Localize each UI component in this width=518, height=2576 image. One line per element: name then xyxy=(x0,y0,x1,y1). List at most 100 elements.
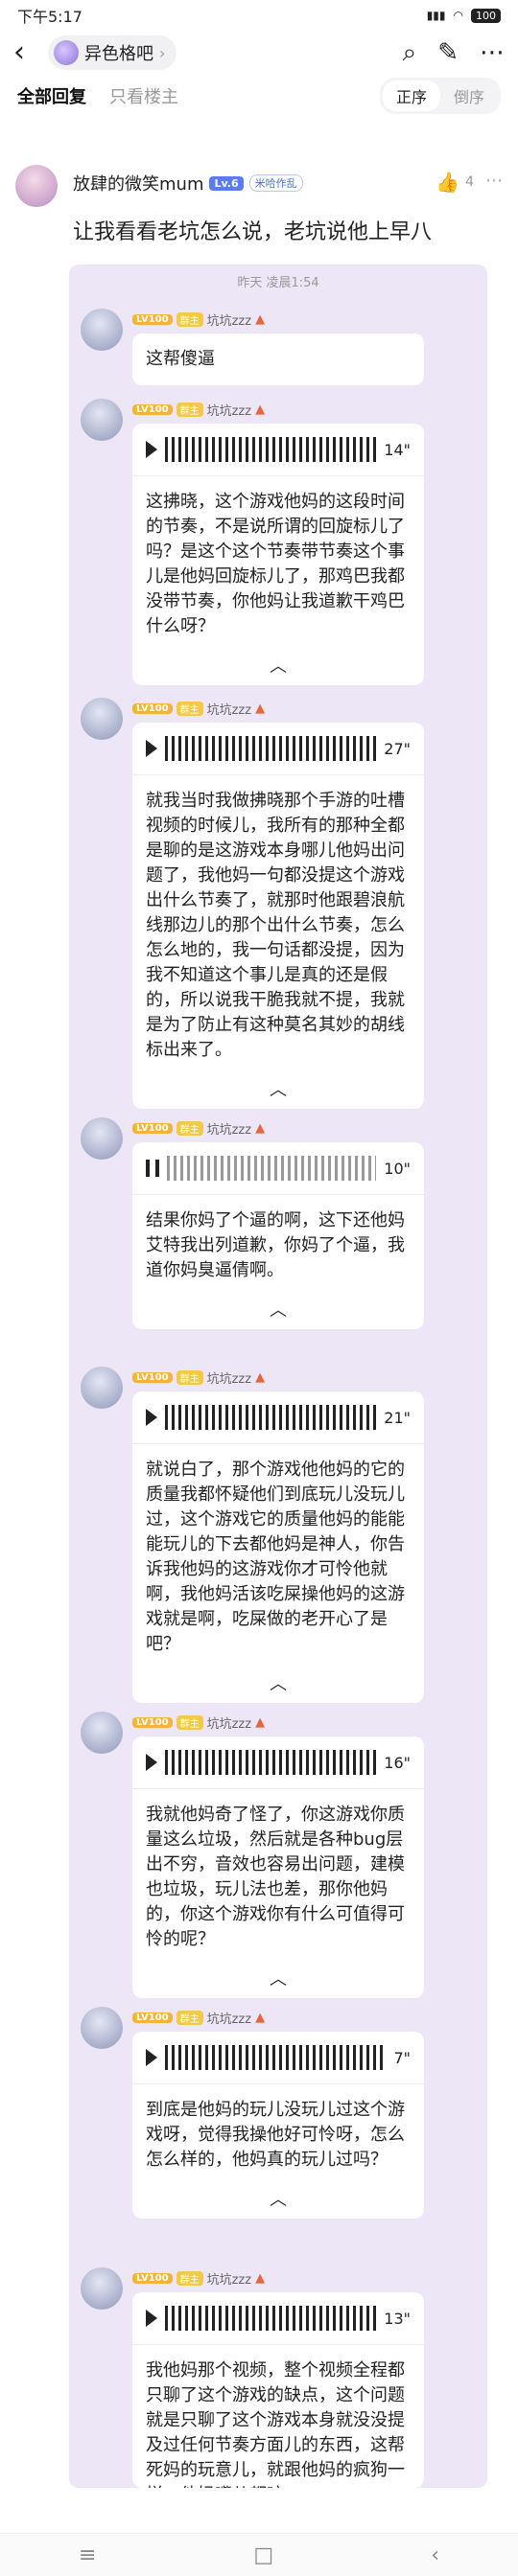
reply-thread: 昨天 凌晨1:54 LV100 群主 坑坑zzz ▲ 这帮傻逼 LV100 群主… xyxy=(69,264,487,2488)
play-icon[interactable] xyxy=(146,1409,157,1426)
reply-avatar[interactable] xyxy=(81,1117,123,1160)
forum-name: 异色格吧 xyxy=(84,44,153,64)
reply-header: LV100 群主 坑坑zzz ▲ xyxy=(132,310,265,329)
status-bar: 下午5:17 ▮▮▮ ◠ 100 xyxy=(0,0,518,31)
level-badge: Lv.6 xyxy=(209,175,244,191)
reply-user[interactable]: 坑坑zzz xyxy=(207,310,251,329)
reply-bubble: 21" 就说白了，那个游戏他他妈的它的质量我都怀疑他们到底玩儿没玩儿过，这个游戏… xyxy=(132,1392,424,1703)
reply-avatar[interactable] xyxy=(81,2007,123,2049)
post-author[interactable]: 放肆的微笑mum xyxy=(73,171,203,196)
fire-icon: ▲ xyxy=(255,402,266,417)
level-badge: LV100 xyxy=(132,2012,173,2023)
user-tag: 米哈作乱 xyxy=(248,174,303,192)
collapse-icon[interactable]: ︿ xyxy=(132,1297,424,1329)
reply-user[interactable]: 坑坑zzz xyxy=(207,1368,251,1387)
owner-badge: 群主 xyxy=(176,2011,203,2025)
reply-avatar[interactable] xyxy=(81,2267,123,2310)
transcript-text: 我他妈那个视频，整个视频全程都只聊了这个游戏的缺点，这个问题就是只聊了这个游戏本… xyxy=(146,2360,405,2488)
play-icon[interactable] xyxy=(146,740,157,757)
collapse-icon[interactable]: ︿ xyxy=(132,1966,424,1998)
more-icon[interactable]: ⋯ xyxy=(480,38,505,67)
voice-message[interactable]: 14" xyxy=(132,424,424,476)
tab-owner-only[interactable]: 只看楼主 xyxy=(109,83,178,108)
reply-header: LV100 群主 坑坑zzz ▲ xyxy=(132,1119,265,1138)
owner-badge: 群主 xyxy=(176,702,203,716)
collapse-icon[interactable]: ︿ xyxy=(132,653,424,685)
reply-header: LV100 群主 坑坑zzz ▲ xyxy=(132,2269,265,2288)
owner-badge: 群主 xyxy=(176,1121,203,1136)
play-icon[interactable] xyxy=(146,2049,157,2066)
collapse-icon[interactable]: ︿ xyxy=(132,1670,424,1703)
level-badge: LV100 xyxy=(132,703,173,714)
voice-message[interactable]: 27" xyxy=(132,723,424,775)
reply-user[interactable]: 坑坑zzz xyxy=(207,2009,251,2027)
pause-icon[interactable] xyxy=(146,1160,159,1177)
reply-user[interactable]: 坑坑zzz xyxy=(207,1714,251,1732)
reply-avatar[interactable] xyxy=(81,1367,123,1409)
waveform xyxy=(165,2045,387,2070)
level-badge: LV100 xyxy=(132,1372,173,1383)
reply-header: LV100 群主 坑坑zzz ▲ xyxy=(132,1714,265,1732)
post-text: 让我看看老坑怎么说，老坑说他上早八 xyxy=(73,220,433,244)
forum-avatar xyxy=(54,40,79,65)
owner-badge: 群主 xyxy=(176,1715,203,1730)
voice-message[interactable]: 16" xyxy=(132,1736,424,1789)
transcript-text: 到底是他妈的玩儿没玩儿过这个游戏呀，觉得我操他好可怜呀，怎么怎么样的，他妈真的玩… xyxy=(146,2100,405,2170)
home-icon[interactable]: □ xyxy=(253,2543,273,2567)
status-time: 下午5:17 xyxy=(17,8,82,26)
fire-icon: ▲ xyxy=(255,312,266,327)
reply-avatar[interactable] xyxy=(81,399,123,441)
sort-toggle: 正序 倒序 xyxy=(379,78,501,114)
owner-badge: 群主 xyxy=(176,1370,203,1385)
play-icon[interactable] xyxy=(146,441,157,458)
top-bar: ‹ 异色格吧 › ⌕ ✎ ⋯ xyxy=(0,31,518,75)
fire-icon: ▲ xyxy=(255,1715,266,1730)
reply-avatar[interactable] xyxy=(81,698,123,740)
play-icon[interactable] xyxy=(146,1754,157,1771)
tab-all-replies[interactable]: 全部回复 xyxy=(17,83,86,108)
reply-user[interactable]: 坑坑zzz xyxy=(207,700,251,718)
level-badge: LV100 xyxy=(132,314,173,325)
voice-message[interactable]: 21" xyxy=(132,1392,424,1444)
system-nav-bar: ≡ □ ‹ xyxy=(0,2533,518,2576)
waveform xyxy=(165,1405,377,1430)
owner-badge: 群主 xyxy=(176,402,203,417)
reply-avatar[interactable] xyxy=(81,309,123,351)
voice-duration: 13" xyxy=(384,2309,411,2328)
waveform xyxy=(165,437,377,462)
reply-avatar[interactable] xyxy=(81,1712,123,1754)
reply-bubble: 10" 结果你妈了个逼的啊，这下还他妈艾特我出列道歉，你妈了个逼，我道你妈臭逼倩… xyxy=(132,1142,424,1329)
reply-user[interactable]: 坑坑zzz xyxy=(207,2269,251,2288)
like-button[interactable]: 👍 4 xyxy=(436,171,474,194)
sort-desc-button[interactable]: 倒序 xyxy=(440,80,498,111)
post-more-icon[interactable]: ⋯ xyxy=(485,171,503,191)
thumbs-up-icon: 👍 xyxy=(436,171,460,194)
reply-user[interactable]: 坑坑zzz xyxy=(207,401,251,419)
sort-asc-button[interactable]: 正序 xyxy=(382,80,440,111)
reply-header: LV100 群主 坑坑zzz ▲ xyxy=(132,1368,265,1387)
voice-duration: 7" xyxy=(393,2048,411,2067)
transcript-text: 就说白了，那个游戏他他妈的它的质量我都怀疑他们到底玩儿没玩儿过，这个游戏它的质量… xyxy=(146,1460,405,1654)
reply-bubble: 7" 到底是他妈的玩儿没玩儿过这个游戏呀，觉得我操他好可怜呀，怎么怎么样的，他妈… xyxy=(132,2032,424,2219)
thread-timestamp: 昨天 凌晨1:54 xyxy=(237,276,319,290)
chevron-right-icon: › xyxy=(159,43,166,62)
forum-button[interactable]: 异色格吧 › xyxy=(48,35,177,70)
reply-bubble: 14" 这拂晓，这个游戏他妈的这段时间的节奏，不是说所谓的回旋标儿了吗？是这个这… xyxy=(132,424,424,685)
back-icon[interactable]: ‹ xyxy=(13,38,36,67)
reply-user[interactable]: 坑坑zzz xyxy=(207,1119,251,1138)
menu-icon[interactable]: ≡ xyxy=(79,2543,96,2567)
transcript-text: 就我当时我做拂晓那个手游的吐槽视频的时候儿，我所有的那种全都是聊的是这游戏本身哪… xyxy=(146,791,405,1060)
collapse-icon[interactable]: ︿ xyxy=(132,1076,424,1109)
voice-message[interactable]: 10" xyxy=(132,1142,424,1195)
voice-message[interactable]: 13" xyxy=(132,2292,424,2345)
waveform xyxy=(165,1750,377,1775)
search-icon[interactable]: ⌕ xyxy=(403,38,417,68)
post-avatar[interactable] xyxy=(15,165,58,207)
waveform xyxy=(165,736,377,761)
back-nav-icon[interactable]: ‹ xyxy=(431,2543,439,2567)
reply-bubble: 16" 我就他妈奇了怪了，你这游戏你质量这么垃圾，然后就是各种bug层出不穷，音… xyxy=(132,1736,424,1998)
collapse-icon[interactable]: ︿ xyxy=(132,2186,424,2219)
edit-icon[interactable]: ✎ xyxy=(437,38,459,67)
play-icon[interactable] xyxy=(146,2310,157,2327)
voice-message[interactable]: 7" xyxy=(132,2032,424,2084)
